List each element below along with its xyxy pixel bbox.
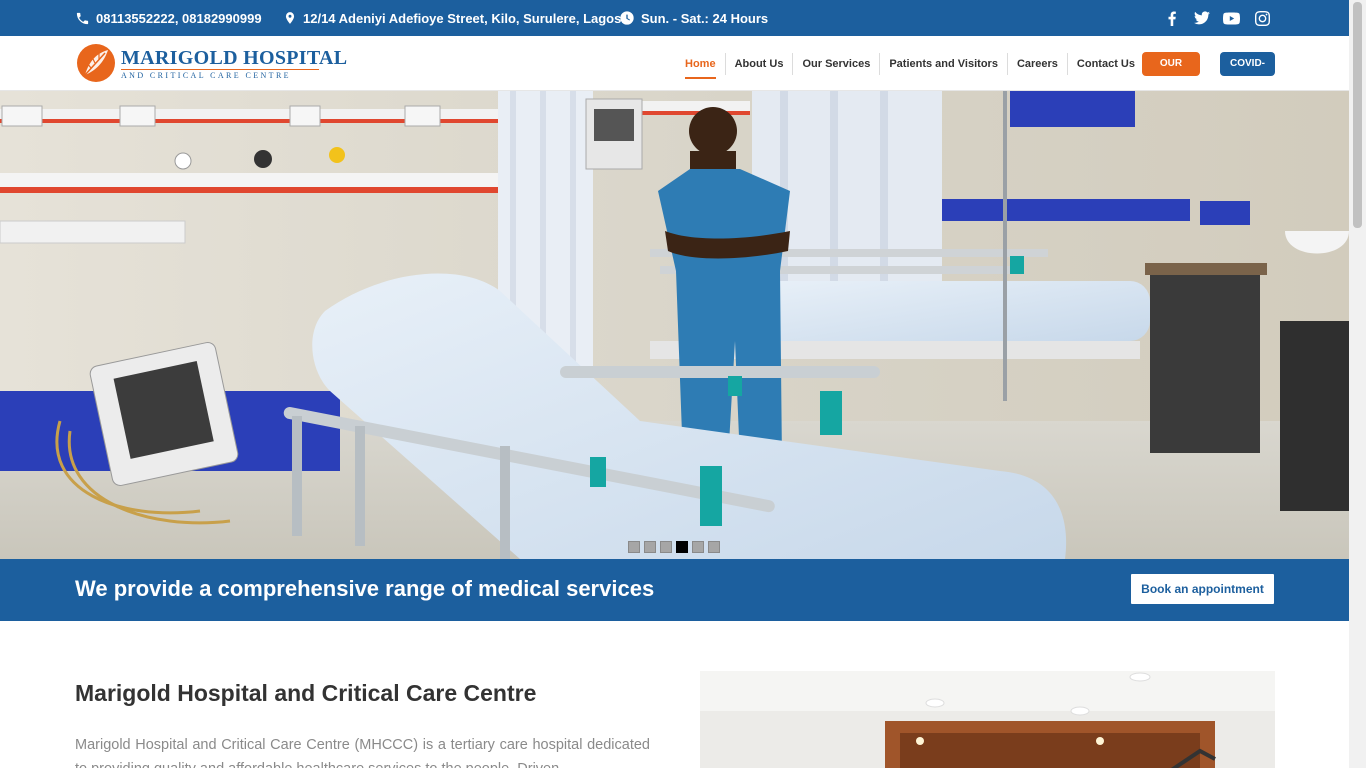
phone-info[interactable]: 08113552222, 08182990999 [75,0,262,36]
address-text: 12/14 Adeniyi Adefioye Street, Kilo, Sur… [303,10,625,26]
book-appointment-button[interactable]: Book an appointment [1131,574,1274,604]
hospital-logo[interactable]: MARIGOLD HOSPITAL AND CRITICAL CARE CENT… [75,40,347,86]
facebook-icon[interactable] [1163,9,1181,27]
slider-dot[interactable] [692,541,704,553]
logo-title: MARIGOLD HOSPITAL [121,47,348,69]
youtube-icon[interactable] [1222,9,1240,27]
nav-item-home[interactable]: Home [676,53,725,79]
services-banner: We provide a comprehensive range of medi… [0,559,1349,621]
hero-slider[interactable] [0,91,1349,559]
our-blog-button[interactable]: OUR BLOG [1142,52,1200,93]
scrollbar-thumb[interactable] [1353,2,1362,228]
slider-dot-active[interactable] [676,541,688,553]
nav-item-about-us[interactable]: About Us [724,52,793,75]
hospital-ward-image [0,91,1349,559]
slider-dot[interactable] [628,541,640,553]
instagram-icon[interactable] [1253,9,1271,27]
address-info: 12/14 Adeniyi Adefioye Street, Kilo, Sur… [283,0,625,36]
nav-item-our-services[interactable]: Our Services [792,52,879,75]
main-nav: Home About Us Our Services Patients and … [676,36,1144,91]
twitter-icon[interactable] [1193,9,1211,27]
slider-dots [628,541,720,553]
slider-dot[interactable] [644,541,656,553]
phone-numbers: 08113552222, 08182990999 [96,10,262,26]
covid-19-button[interactable]: COVID-19 [1220,52,1275,93]
phone-icon [76,12,89,24]
slider-dot[interactable] [660,541,672,553]
map-pin-icon [285,12,295,24]
page-scrollbar[interactable] [1349,0,1366,768]
hours-text: Sun. - Sat.: 24 Hours [641,10,769,26]
about-paragraph: Marigold Hospital and Critical Care Cent… [75,737,650,768]
logo-divider [121,69,319,70]
top-info-bar: 08113552222, 08182990999 12/14 Adeniyi A… [0,0,1349,36]
clock-icon [620,11,634,25]
services-banner-text: We provide a comprehensive range of medi… [75,576,655,601]
hours-info: Sun. - Sat.: 24 Hours [619,0,768,36]
nav-item-patients-and-visitors[interactable]: Patients and Visitors [879,52,1007,75]
hospital-interior-image [700,671,1275,768]
marigold-leaf-logo-icon [77,44,115,82]
nav-item-contact-us[interactable]: Contact Us [1066,52,1144,75]
nav-item-careers[interactable]: Careers [1006,52,1067,75]
slider-dot[interactable] [708,541,720,553]
logo-subtitle: AND CRITICAL CARE CENTRE [121,71,291,80]
site-header: MARIGOLD HOSPITAL AND CRITICAL CARE CENT… [0,36,1349,93]
about-heading: Marigold Hospital and Critical Care Cent… [75,680,537,706]
